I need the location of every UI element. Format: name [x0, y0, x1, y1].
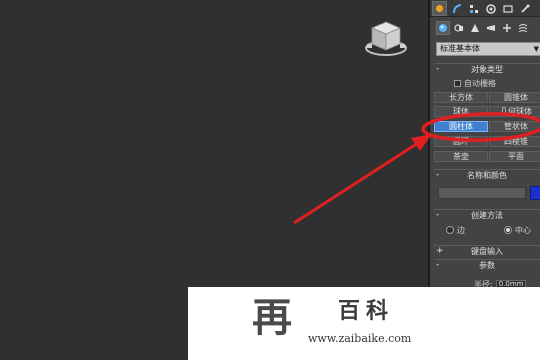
cone-button[interactable]: 圆锥体 [489, 92, 540, 103]
object-name-field[interactable] [438, 187, 526, 199]
object-type-title: 对象类型 [471, 65, 503, 74]
plane-button[interactable]: 平面 [489, 151, 540, 162]
hierarchy-tab-icon[interactable] [466, 1, 481, 16]
modify-tab-icon[interactable] [449, 1, 464, 16]
subcategory-dropdown[interactable]: 标准基本体 ▼ [436, 42, 540, 56]
name-and-color-title: 名称和颜色 [467, 171, 507, 180]
watermark-logo-char: 再 [252, 294, 292, 339]
object-color-swatch[interactable] [530, 186, 540, 200]
geosphere-button[interactable]: 几何球体 [489, 106, 540, 117]
watermark-banner: 再 百科 www.zaibaike.com [188, 287, 540, 360]
edge-radio-label: 边 [457, 225, 465, 235]
parameters-title: 参数 [479, 261, 495, 270]
creation-method-rollout-header[interactable]: - 创建方法 [434, 209, 540, 221]
watermark-brand: 百科 [338, 298, 395, 324]
display-tab-icon[interactable] [500, 1, 515, 16]
parameters-rollout-header[interactable]: - 参数 [434, 259, 540, 271]
edge-radio-row[interactable]: 边 [446, 225, 465, 235]
creation-method-title: 创建方法 [471, 211, 503, 220]
center-radio-row[interactable]: 中心 [504, 225, 531, 235]
object-type-rollout-header[interactable]: - 对象类型 [434, 63, 540, 75]
space-warps-icon[interactable] [516, 21, 530, 35]
torus-button[interactable]: 圆环 [434, 136, 488, 147]
helpers-icon[interactable] [500, 21, 514, 35]
autogrid-label: 自动栅格 [464, 78, 496, 88]
utilities-tab-icon[interactable] [517, 1, 532, 16]
center-radio[interactable] [504, 226, 512, 234]
watermark-url: www.zaibaike.com [308, 332, 412, 345]
teapot-button[interactable]: 茶壶 [434, 151, 488, 162]
tube-button[interactable]: 管状体 [489, 121, 540, 132]
geometry-icon[interactable] [436, 21, 450, 35]
cylinder-button[interactable]: 圆柱体 [434, 121, 488, 132]
name-and-color-rollout-header[interactable]: - 名称和颜色 [434, 169, 540, 181]
create-tab-icon[interactable] [432, 1, 447, 16]
keyboard-entry-rollout-header[interactable]: + 键盘输入 [434, 245, 540, 257]
lights-icon[interactable] [468, 21, 482, 35]
sphere-button[interactable]: 球体 [434, 106, 488, 117]
center-radio-label: 中心 [515, 225, 531, 235]
cameras-icon[interactable] [484, 21, 498, 35]
chevron-down-icon: ▼ [533, 45, 539, 53]
create-categories [430, 18, 540, 40]
keyboard-entry-title: 键盘输入 [471, 247, 503, 256]
shapes-icon[interactable] [452, 21, 466, 35]
watermark-logo: 再 [252, 294, 292, 339]
autogrid-checkbox-row[interactable]: 自动栅格 [454, 78, 496, 88]
command-panel-tabs [430, 0, 540, 17]
pyramid-button[interactable]: 四棱锥 [489, 136, 540, 147]
autogrid-checkbox[interactable] [454, 79, 461, 87]
subcategory-dropdown-value: 标准基本体 [440, 44, 480, 53]
motion-tab-icon[interactable] [483, 1, 498, 16]
viewcube-icon[interactable] [362, 18, 410, 58]
box-button[interactable]: 长方体 [434, 92, 488, 103]
edge-radio[interactable] [446, 226, 454, 234]
